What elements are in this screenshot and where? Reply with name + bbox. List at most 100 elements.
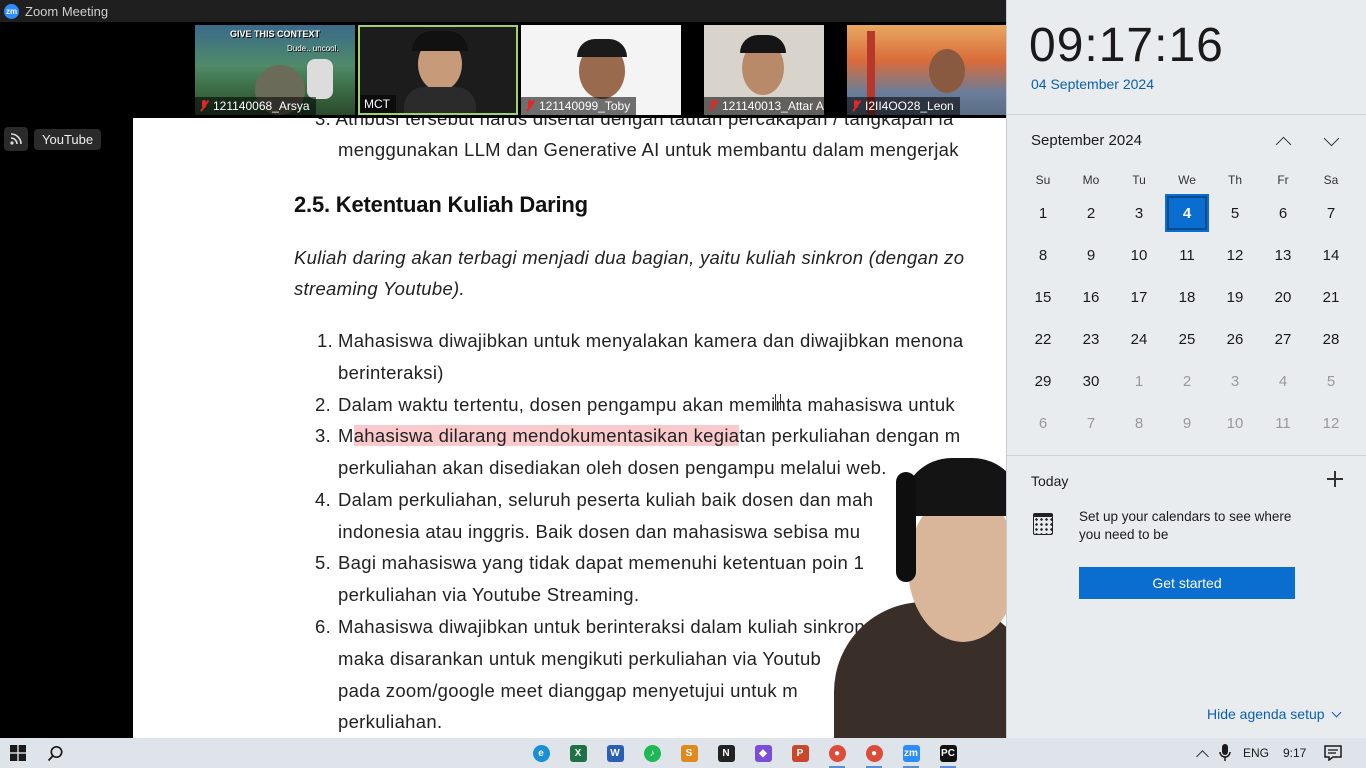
start-button[interactable] bbox=[5, 741, 31, 765]
calendar-day[interactable]: 12 bbox=[1211, 234, 1259, 276]
calendar-day[interactable]: 6 bbox=[1019, 402, 1067, 444]
calendar-day[interactable]: 10 bbox=[1115, 234, 1163, 276]
youtube-chip[interactable]: YouTube bbox=[4, 127, 102, 151]
participant-tile-active[interactable]: MCT bbox=[358, 25, 518, 115]
participant-name: MCT bbox=[360, 95, 396, 113]
calendar-day[interactable]: 17 bbox=[1115, 276, 1163, 318]
action-center-button[interactable] bbox=[1320, 741, 1346, 765]
calendar-day[interactable]: 16 bbox=[1067, 276, 1115, 318]
date-link[interactable]: 04 September 2024 bbox=[1031, 76, 1154, 92]
participant-tile[interactable]: 121140099_Toby bbox=[521, 25, 681, 115]
taskbar-app-button[interactable]: ♪ bbox=[639, 741, 665, 765]
day-number: 12 bbox=[1322, 414, 1340, 432]
calendar-day[interactable]: 5 bbox=[1307, 360, 1355, 402]
day-number: 14 bbox=[1322, 246, 1340, 264]
calendar-day[interactable]: 27 bbox=[1259, 318, 1307, 360]
calendar-day[interactable]: 10 bbox=[1211, 402, 1259, 444]
day-number: 12 bbox=[1226, 246, 1244, 264]
calendar-day[interactable]: 24 bbox=[1115, 318, 1163, 360]
taskbar-app-button[interactable]: ● bbox=[861, 741, 887, 768]
list-item: berinteraksi) bbox=[338, 362, 444, 383]
calendar-day-today[interactable]: 4 bbox=[1163, 192, 1211, 234]
calendar-day[interactable]: 8 bbox=[1019, 234, 1067, 276]
hide-agenda-link[interactable]: Hide agenda setup bbox=[1207, 706, 1341, 722]
calendar-day[interactable]: 22 bbox=[1019, 318, 1067, 360]
doc-line: 3. Atribusi tersebut harus disertai deng… bbox=[315, 118, 954, 129]
microphone-button[interactable] bbox=[1212, 741, 1238, 765]
list-item: Dalam perkuliahan, seluruh peserta kulia… bbox=[338, 489, 874, 510]
taskbar-app-button[interactable]: ● bbox=[824, 741, 850, 768]
calendar-day[interactable]: 12 bbox=[1307, 402, 1355, 444]
notifications-icon bbox=[1324, 745, 1342, 761]
calendar-day[interactable]: 8 bbox=[1115, 402, 1163, 444]
left-pane: YouTube bbox=[0, 118, 133, 738]
day-number: 10 bbox=[1226, 414, 1244, 432]
calendar-day[interactable]: 21 bbox=[1307, 276, 1355, 318]
add-event-icon[interactable] bbox=[1327, 471, 1343, 487]
chevron-down-icon bbox=[1323, 130, 1339, 146]
taskbar-app-button[interactable]: zm bbox=[898, 741, 924, 768]
month-title[interactable]: September 2024 bbox=[1031, 132, 1142, 149]
participant-tile[interactable]: GIVE THIS CONTEXT Dude.. uncool. 1211400… bbox=[195, 25, 355, 115]
calendar-day[interactable]: 20 bbox=[1259, 276, 1307, 318]
zoom-titlebar[interactable]: zm Zoom Meeting bbox=[0, 0, 1006, 22]
calendar-day[interactable]: 7 bbox=[1307, 192, 1355, 234]
list-number: 1. bbox=[317, 330, 334, 351]
headphones-shape bbox=[412, 31, 468, 51]
prev-month-button[interactable] bbox=[1272, 130, 1294, 152]
calendar-day[interactable]: 1 bbox=[1115, 360, 1163, 402]
search-button[interactable] bbox=[42, 741, 68, 765]
taskbar-app-button[interactable]: S bbox=[676, 741, 702, 765]
calendar-day[interactable]: 19 bbox=[1211, 276, 1259, 318]
participant-tile[interactable]: I2II4OO28_Leon bbox=[847, 25, 1006, 115]
sublime-icon: S bbox=[680, 744, 698, 762]
day-number: 20 bbox=[1274, 288, 1292, 306]
calendar-day[interactable]: 23 bbox=[1067, 318, 1115, 360]
participant-name: 121140013_Attar Akra... bbox=[704, 97, 824, 115]
doc-intro-line: streaming Youtube). bbox=[294, 278, 465, 299]
calendar-day[interactable]: 1 bbox=[1019, 192, 1067, 234]
calendar-day[interactable]: 4 bbox=[1259, 360, 1307, 402]
day-number: 27 bbox=[1274, 330, 1292, 348]
taskbar-app-button[interactable]: N bbox=[713, 741, 739, 765]
calendar-day[interactable]: 29 bbox=[1019, 360, 1067, 402]
calendar-day[interactable]: 5 bbox=[1211, 192, 1259, 234]
presenter-video[interactable] bbox=[820, 452, 1006, 738]
taskbar-app-button[interactable]: W bbox=[602, 741, 628, 765]
calendar-day[interactable]: 3 bbox=[1115, 192, 1163, 234]
calendar-day[interactable]: 26 bbox=[1211, 318, 1259, 360]
calendar-day[interactable]: 7 bbox=[1067, 402, 1115, 444]
calendar-day[interactable]: 13 bbox=[1259, 234, 1307, 276]
taskbar-app-button[interactable]: PC bbox=[935, 741, 961, 768]
day-number: 24 bbox=[1130, 330, 1148, 348]
taskbar-app-button[interactable]: P bbox=[787, 741, 813, 765]
youtube-label[interactable]: YouTube bbox=[34, 128, 102, 150]
calendar-day[interactable]: 30 bbox=[1067, 360, 1115, 402]
language-indicator[interactable]: ENG bbox=[1243, 738, 1269, 768]
rss-icon[interactable] bbox=[4, 127, 28, 151]
day-number: 17 bbox=[1130, 288, 1148, 306]
calendar-day[interactable]: 25 bbox=[1163, 318, 1211, 360]
taskbar-app-button[interactable]: e bbox=[528, 741, 554, 765]
taskbar-app-button[interactable]: X bbox=[565, 741, 591, 765]
calendar-day[interactable]: 28 bbox=[1307, 318, 1355, 360]
calendar-day[interactable]: 11 bbox=[1163, 234, 1211, 276]
calendar-day[interactable]: 11 bbox=[1259, 402, 1307, 444]
calendar-day[interactable]: 15 bbox=[1019, 276, 1067, 318]
calendar-day[interactable]: 9 bbox=[1163, 402, 1211, 444]
calendar-day[interactable]: 6 bbox=[1259, 192, 1307, 234]
calendar-day[interactable]: 2 bbox=[1163, 360, 1211, 402]
weekday-header: Mo bbox=[1082, 173, 1100, 187]
taskbar-clock[interactable]: 9:17 bbox=[1283, 738, 1306, 768]
get-started-button[interactable]: Get started bbox=[1079, 567, 1295, 599]
calendar-day[interactable]: 18 bbox=[1163, 276, 1211, 318]
calendar-day[interactable]: 2 bbox=[1067, 192, 1115, 234]
participant-tile[interactable]: 121140013_Attar Akra... bbox=[704, 25, 824, 115]
calendar-day[interactable]: 3 bbox=[1211, 360, 1259, 402]
calendar-day[interactable]: 9 bbox=[1067, 234, 1115, 276]
calendar-day[interactable]: 14 bbox=[1307, 234, 1355, 276]
next-month-button[interactable] bbox=[1320, 130, 1342, 152]
taskbar-app-button[interactable]: ◆ bbox=[750, 741, 776, 765]
search-icon bbox=[47, 745, 63, 761]
day-number: 11 bbox=[1275, 414, 1291, 432]
